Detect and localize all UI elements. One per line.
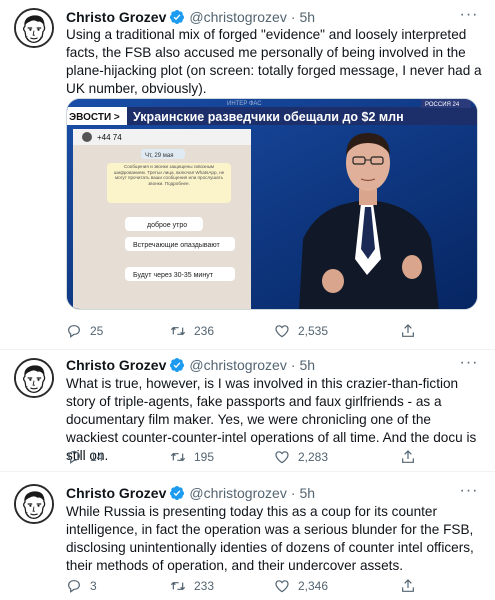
retweet-icon — [170, 449, 186, 465]
share-button[interactable] — [400, 323, 440, 339]
like-icon — [274, 449, 290, 465]
timestamp[interactable]: 5h — [300, 357, 316, 373]
tweet-1[interactable]: Christo Grozev @christogrozev · 5h ··· U… — [0, 0, 495, 350]
share-icon — [400, 323, 416, 339]
tweet-header: Christo Grozev @christogrozev · 5h — [66, 484, 315, 502]
author-handle[interactable]: @christogrozev — [189, 357, 286, 373]
more-options-icon[interactable]: ··· — [459, 483, 479, 502]
verified-badge-icon — [169, 485, 185, 501]
tweet-actions: 25 236 2,535 — [66, 322, 446, 340]
tweet-2[interactable]: Christo Grozev @christogrozev · 5h ··· W… — [0, 350, 495, 472]
tweet-text: Using a traditional mix of forged "evide… — [66, 27, 482, 96]
ticker-left: ЭВОСТИ > — [69, 112, 120, 123]
retweet-button[interactable]: 233 — [170, 578, 274, 594]
author-name[interactable]: Christo Grozev — [66, 485, 166, 501]
avatar[interactable] — [14, 8, 54, 48]
author-name[interactable]: Christo Grozev — [66, 357, 166, 373]
like-icon — [274, 323, 290, 339]
share-icon — [400, 449, 416, 465]
author-name[interactable]: Christo Grozev — [66, 9, 166, 25]
channel-top: ИНТЕР ФАС — [227, 101, 262, 107]
tweet-3[interactable]: Christo Grozev @christogrozev · 5h ··· W… — [0, 472, 495, 600]
tweet-header: Christo Grozev @christogrozev · 5h — [66, 356, 315, 374]
headline: Украинские разведчики обещали до $2 млн — [133, 110, 404, 124]
reply-count: 3 — [90, 579, 97, 593]
avatar-portrait-icon — [16, 360, 52, 396]
tweet-actions: 14 195 2,283 — [66, 448, 446, 466]
avatar[interactable] — [14, 358, 54, 398]
separator-dot: · — [290, 485, 296, 501]
verified-badge-icon — [169, 9, 185, 25]
separator-dot: · — [290, 357, 296, 373]
share-button[interactable] — [400, 578, 440, 594]
retweet-count: 195 — [194, 450, 215, 464]
like-button[interactable]: 2,535 — [274, 323, 400, 339]
share-icon — [400, 578, 416, 594]
retweet-count: 236 — [194, 324, 215, 338]
chat-bubble-2: Встречающие опаздывают — [133, 242, 221, 249]
retweet-icon — [170, 578, 186, 594]
tweet-header: Christo Grozev @christogrozev · 5h — [66, 8, 315, 26]
chat-date: Чт, 29 мая — [145, 153, 173, 159]
tweet-actions: 3 233 2,346 — [66, 577, 446, 595]
reply-button[interactable]: 3 — [66, 578, 170, 594]
more-options-icon[interactable]: ··· — [459, 355, 479, 374]
reply-icon — [66, 449, 82, 465]
reply-icon — [66, 323, 82, 339]
retweet-icon — [170, 323, 186, 339]
reply-count: 14 — [90, 450, 104, 464]
like-count: 2,346 — [298, 579, 329, 593]
separator-dot: · — [290, 9, 296, 25]
avatar[interactable] — [14, 484, 54, 524]
like-button[interactable]: 2,283 — [274, 449, 400, 465]
retweet-button[interactable]: 195 — [170, 449, 274, 465]
encryption-notice: Сообщения и звонки защищены сквозным шиф… — [113, 164, 225, 186]
reply-count: 25 — [90, 324, 104, 338]
avatar-portrait-icon — [16, 10, 52, 46]
verified-badge-icon — [169, 357, 185, 373]
avatar-portrait-icon — [16, 486, 52, 522]
chat-bubble-1: доброе утро — [147, 221, 187, 229]
author-handle[interactable]: @christogrozev — [189, 485, 286, 501]
chat-bubble-3: Будут через 30-35 минут — [133, 272, 214, 279]
like-icon — [274, 578, 290, 594]
tweet-text: While Russia is presenting today this as… — [66, 504, 474, 573]
reply-icon — [66, 578, 82, 594]
news-broadcast-image: ЭВОСТИ > Украинские разведчики обещали д… — [67, 99, 477, 309]
like-button[interactable]: 2,346 — [274, 578, 400, 594]
channel-logo: РОССИЯ 24 — [425, 102, 460, 108]
timestamp[interactable]: 5h — [300, 9, 316, 25]
retweet-button[interactable]: 236 — [170, 323, 274, 339]
timestamp[interactable]: 5h — [300, 485, 316, 501]
like-count: 2,283 — [298, 450, 329, 464]
phone-number: +44 74 — [97, 133, 122, 142]
retweet-count: 233 — [194, 579, 215, 593]
like-count: 2,535 — [298, 324, 329, 338]
share-button[interactable] — [400, 449, 440, 465]
tweet-media-image[interactable]: ЭВОСТИ > Украинские разведчики обещали д… — [66, 98, 478, 310]
reply-button[interactable]: 25 — [66, 323, 170, 339]
author-handle[interactable]: @christogrozev — [189, 9, 286, 25]
more-options-icon[interactable]: ··· — [459, 7, 479, 26]
reply-button[interactable]: 14 — [66, 449, 170, 465]
